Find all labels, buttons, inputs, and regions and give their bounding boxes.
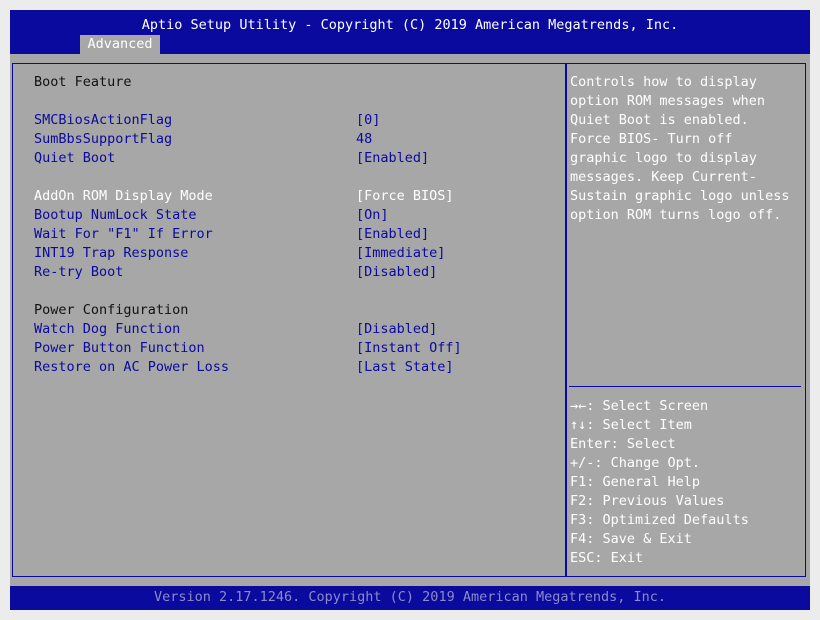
setting-label-re-try-boot[interactable]: Re-try Boot: [34, 263, 123, 282]
setting-value-int19-trap-response[interactable]: [Immediate]: [356, 244, 445, 263]
setting-value-smcbiosactionflag[interactable]: [0]: [356, 111, 380, 130]
help-description: Controls how to display option ROM messa…: [570, 74, 790, 223]
setting-value-addon-rom-display-mode[interactable]: [Force BIOS]: [356, 187, 454, 206]
help-divider: [569, 386, 801, 387]
setting-label-wait-for-f1-if-error[interactable]: Wait For "F1" If Error: [34, 225, 213, 244]
setting-value-watch-dog-function[interactable]: [Disabled]: [356, 320, 437, 339]
utility-title: Aptio Setup Utility - Copyright (C) 2019…: [141, 17, 679, 33]
key-hint-desc: : General Help: [586, 474, 701, 490]
setting-label-smcbiosactionflag[interactable]: SMCBiosActionFlag: [34, 111, 172, 130]
section-heading-power-configuration: Power Configuration: [34, 302, 189, 318]
key-hint-desc: : Exit: [594, 550, 644, 566]
key-f4: F4: [570, 531, 587, 547]
title-bar: Aptio Setup Utility - Copyright (C) 2019…: [10, 10, 810, 54]
key-hint-desc: : Optimized Defaults: [586, 512, 749, 528]
setting-label-quiet-boot[interactable]: Quiet Boot: [34, 149, 115, 168]
key-hint-esc: ESC: Exit: [570, 549, 749, 568]
setting-label-restore-on-ac-power-loss[interactable]: Restore on AC Power Loss: [34, 358, 229, 377]
key-hint-f1: F1: General Help: [570, 473, 749, 492]
key-hint-desc: : Save & Exit: [586, 531, 692, 547]
key-hint-enter: Enter: Select: [570, 435, 749, 454]
key-hint-desc: : Change Opt.: [594, 455, 701, 471]
key-hint-f2: F2: Previous Values: [570, 492, 749, 511]
key-hint-select-screen: →←: Select Screen: [570, 397, 749, 416]
setting-value-sumbbssupportflag: 48: [356, 131, 373, 147]
key-hint-select-item: ↑↓: Select Item: [570, 416, 749, 435]
setting-value-power-button-function[interactable]: [Instant Off]: [356, 339, 462, 358]
setting-label-int19-trap-response[interactable]: INT19 Trap Response: [34, 244, 188, 263]
setting-label-sumbbssupportflag: SumBbsSupportFlag: [34, 131, 173, 147]
setting-value-restore-on-ac-power-loss[interactable]: [Last State]: [356, 358, 454, 377]
setting-label-power-button-function[interactable]: Power Button Function: [34, 339, 205, 358]
key-hint-f3: F3: Optimized Defaults: [570, 511, 749, 530]
key-legend: →←: Select Screen ↑↓: Select Item Enter:…: [570, 397, 749, 568]
key-arrows-left-right: →←: [570, 398, 587, 414]
key-f3: F3: [570, 512, 587, 528]
key-esc: ESC: [570, 550, 595, 566]
setting-label-bootup-numlock-state[interactable]: Bootup NumLock State: [34, 206, 197, 225]
setting-value-wait-for-f1-if-error[interactable]: [Enabled]: [356, 225, 429, 244]
section-heading-boot-feature: Boot Feature: [34, 74, 132, 90]
version-text: Version 2.17.1246. Copyright (C) 2019 Am…: [153, 589, 667, 605]
help-panel: Controls how to display option ROM messa…: [566, 63, 806, 577]
setting-value-re-try-boot[interactable]: [Disabled]: [356, 263, 437, 282]
settings-panel: Boot Feature SMCBiosActionFlag [0] SumBb…: [12, 63, 566, 577]
key-arrows-up-down: ↑↓: [570, 417, 587, 433]
key-f1: F1: [570, 474, 587, 490]
key-hint-desc: : Select Screen: [586, 398, 709, 414]
footer-bar: Version 2.17.1246. Copyright (C) 2019 Am…: [10, 586, 810, 610]
tab-advanced[interactable]: Advanced: [80, 35, 160, 54]
setting-label-addon-rom-display-mode[interactable]: AddOn ROM Display Mode: [34, 187, 213, 206]
key-hint-desc: : Previous Values: [586, 493, 725, 509]
key-hint-change-opt: +/-: Change Opt.: [570, 454, 749, 473]
setting-value-quiet-boot[interactable]: [Enabled]: [356, 149, 429, 168]
setting-label-watch-dog-function[interactable]: Watch Dog Function: [34, 320, 180, 339]
key-hint-f4: F4: Save & Exit: [570, 530, 749, 549]
key-hint-desc: : Select Item: [586, 417, 692, 433]
bios-screen: Aptio Setup Utility - Copyright (C) 2019…: [10, 10, 810, 610]
key-f2: F2: [570, 493, 587, 509]
key-hint-desc: : Select: [610, 436, 676, 452]
key-plus-minus: +/-: [570, 455, 595, 471]
setting-value-bootup-numlock-state[interactable]: [On]: [356, 206, 389, 225]
key-enter: Enter: [570, 436, 611, 452]
